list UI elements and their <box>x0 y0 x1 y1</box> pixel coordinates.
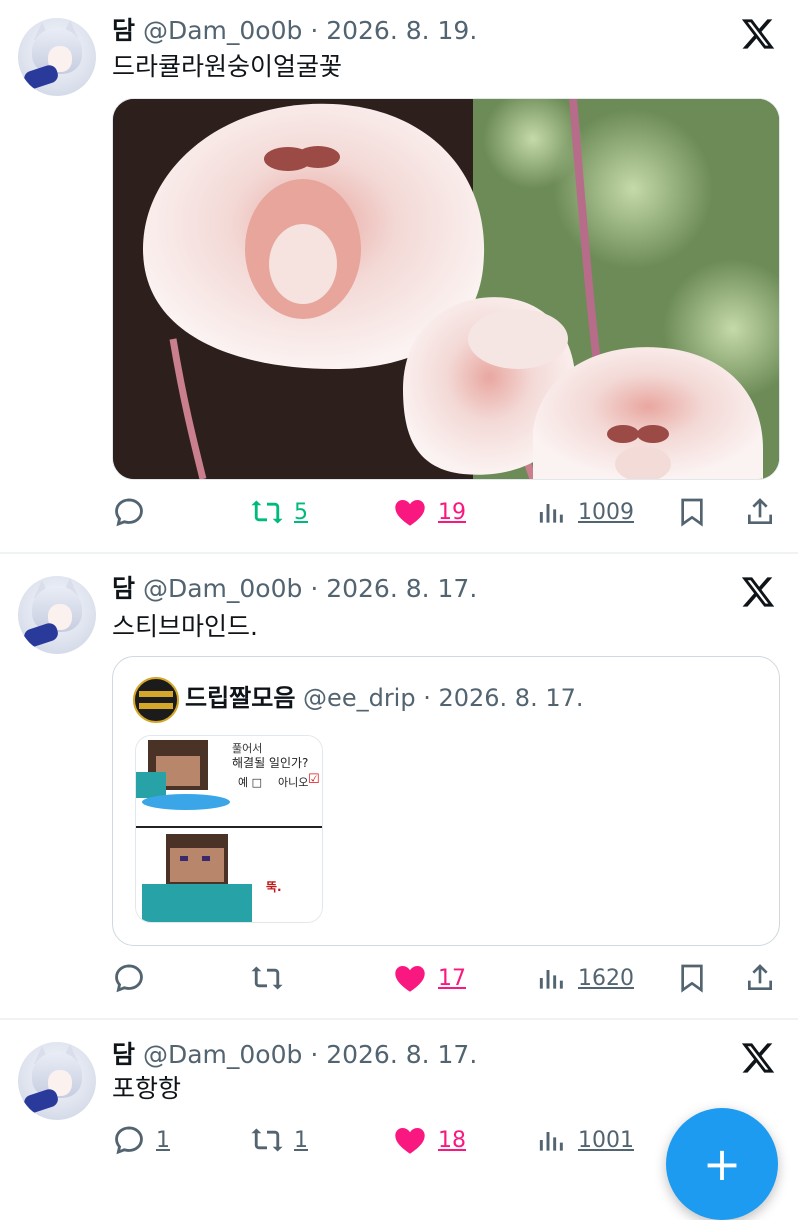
reply-icon <box>115 964 143 993</box>
handle-and-date[interactable]: @Dam_0o0b · 2026. 8. 17. <box>143 1040 477 1069</box>
comic-text-bottom: 뚝. <box>266 880 282 894</box>
reply-button[interactable] <box>112 490 156 534</box>
x-logo-icon <box>741 19 775 49</box>
views-button[interactable]: 1620 <box>536 956 634 1000</box>
heart-icon <box>395 966 425 992</box>
plus-icon: + <box>702 1137 742 1191</box>
heart-icon <box>395 1128 425 1154</box>
quote-tweet[interactable]: 드립짤모음 @ee_drip · 2026. 8. 17. 풀어서 해결될 일인… <box>112 656 780 946</box>
heart-icon <box>395 500 425 526</box>
like-count: 17 <box>438 965 466 991</box>
tweet-actions: 17 1620 <box>0 956 798 1000</box>
reply-button[interactable] <box>112 956 156 1000</box>
tweet-header: 담 @Dam_0o0b · 2026. 8. 19. <box>112 16 477 46</box>
tweet-actions: 5 19 1009 <box>0 490 798 534</box>
bookmark-button[interactable] <box>676 956 708 1000</box>
tweet-text: 드라큘라원숭이얼굴꽃 <box>112 52 343 81</box>
comic-option-no: 아니오 <box>278 776 309 789</box>
retweet-icon <box>251 1128 283 1152</box>
view-count: 1001 <box>578 1127 634 1153</box>
tweet-header: 담 @Dam_0o0b · 2026. 8. 17. <box>112 1040 477 1070</box>
display-name[interactable]: 담 <box>112 574 135 603</box>
tweet-image[interactable] <box>112 98 780 480</box>
views-icon <box>539 1132 563 1151</box>
like-count: 19 <box>438 499 466 525</box>
tweet-text: 포항항 <box>112 1074 182 1103</box>
retweet-count: 1 <box>294 1127 308 1153</box>
compose-button[interactable]: + <box>666 1108 778 1220</box>
avatar[interactable] <box>18 18 96 96</box>
monkey-orchid-photo <box>113 99 779 479</box>
comic-option-yes: 예 □ <box>238 776 263 789</box>
reply-count: 1 <box>156 1127 170 1153</box>
quote-handle-and-date[interactable]: @ee_drip · 2026. 8. 17. <box>303 684 583 712</box>
share-button[interactable] <box>744 956 776 1000</box>
retweet-button[interactable]: 5 <box>250 490 308 534</box>
like-button[interactable]: 19 <box>392 490 466 534</box>
retweet-count: 5 <box>294 499 308 525</box>
checkmark-icon: ☑ <box>308 772 320 787</box>
retweet-icon <box>251 966 283 990</box>
views-button[interactable]: 1001 <box>536 1118 634 1162</box>
comic-text-question: 해결될 일인가? <box>232 756 309 770</box>
tweet-text: 스티브마인드. <box>112 612 258 641</box>
tweet-header: 담 @Dam_0o0b · 2026. 8. 17. <box>112 574 477 604</box>
quote-display-name[interactable]: 드립짤모음 <box>185 684 295 712</box>
bookmark-icon <box>681 964 703 993</box>
reply-icon <box>115 1126 143 1155</box>
quote-image[interactable]: 풀어서 해결될 일인가? 예 □ 아니오 ☑ 뚝. <box>135 735 323 923</box>
display-name[interactable]: 담 <box>112 16 135 45</box>
quote-header: 드립짤모음 @ee_drip · 2026. 8. 17. <box>185 683 584 713</box>
retweet-button[interactable] <box>250 956 294 1000</box>
reply-button[interactable]: 1 <box>112 1118 170 1162</box>
like-button[interactable]: 17 <box>392 956 466 1000</box>
like-button[interactable]: 18 <box>392 1118 466 1162</box>
share-button[interactable] <box>744 490 776 534</box>
display-name[interactable]: 담 <box>112 1040 135 1069</box>
share-icon <box>748 964 772 990</box>
share-icon <box>748 498 772 524</box>
handle-and-date[interactable]: @Dam_0o0b · 2026. 8. 19. <box>143 16 477 45</box>
view-count: 1620 <box>578 965 634 991</box>
retweet-button[interactable]: 1 <box>250 1118 308 1162</box>
reply-icon <box>115 498 143 527</box>
bookmark-icon <box>681 498 703 527</box>
avatar[interactable] <box>18 1042 96 1120</box>
retweet-icon <box>251 500 283 524</box>
tweet[interactable]: 담 @Dam_0o0b · 2026. 8. 19. 드라큘라원숭이얼굴꽃 5 … <box>0 0 798 552</box>
handle-and-date[interactable]: @Dam_0o0b · 2026. 8. 17. <box>143 574 477 603</box>
view-count: 1009 <box>578 499 634 525</box>
views-icon <box>539 970 563 989</box>
bookmark-button[interactable] <box>676 490 708 534</box>
avatar[interactable] <box>18 576 96 654</box>
views-button[interactable]: 1009 <box>536 490 634 534</box>
quote-avatar[interactable] <box>133 677 179 723</box>
x-logo-icon <box>741 577 775 607</box>
x-logo-icon <box>741 1043 775 1073</box>
views-icon <box>539 504 563 523</box>
like-count: 18 <box>438 1127 466 1153</box>
